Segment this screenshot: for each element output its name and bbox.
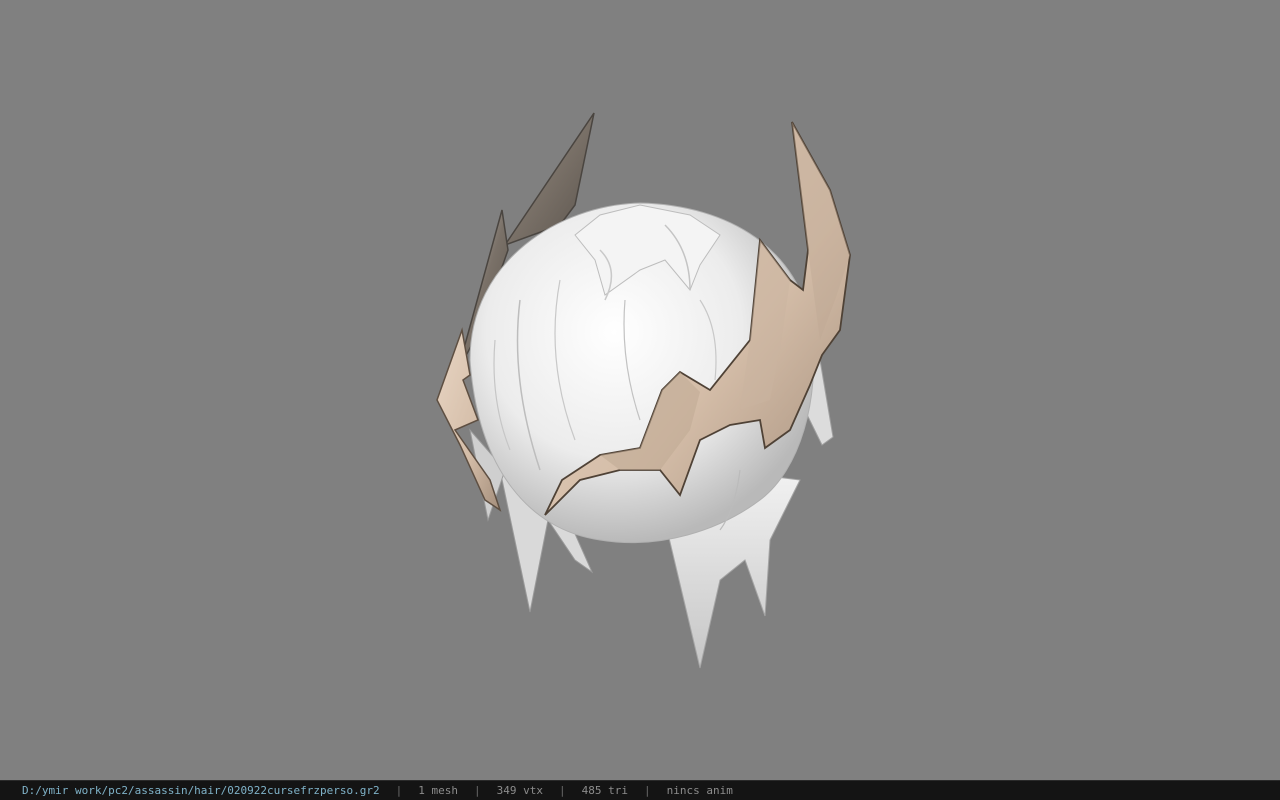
status-separator: | <box>558 784 566 797</box>
vertex-count: 349 vtx <box>496 784 543 797</box>
status-separator: | <box>474 784 481 797</box>
file-path: D:/ymir work/pc2/assassin/hair/020922cur… <box>22 784 380 797</box>
status-separator: | <box>395 784 403 797</box>
animation-status: nincs anim <box>666 784 733 797</box>
status-separator: | <box>643 784 651 797</box>
triangle-count: 485 tri <box>581 784 628 797</box>
model-render <box>436 112 851 669</box>
status-bar: D:/ymir work/pc2/assassin/hair/020922cur… <box>0 780 1280 800</box>
mesh-count: 1 mesh <box>418 784 458 797</box>
3d-viewport[interactable] <box>0 0 1280 780</box>
